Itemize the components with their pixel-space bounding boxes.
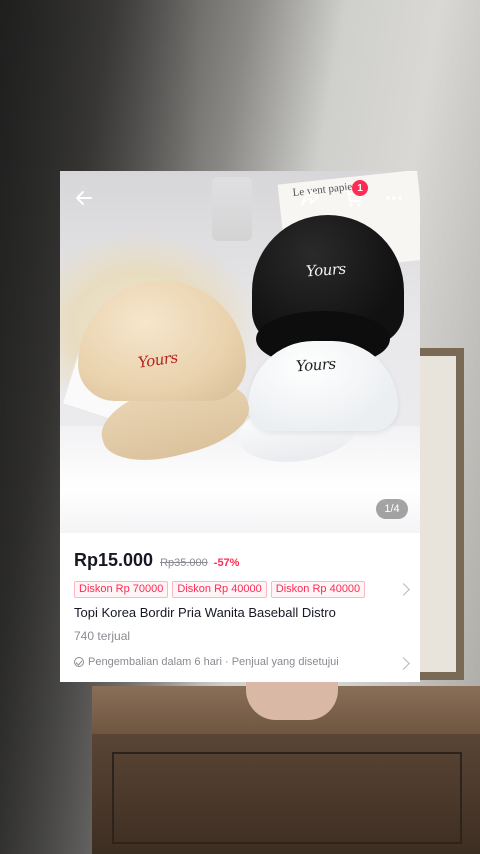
cart-count-badge: 1: [352, 180, 368, 196]
share-icon: [301, 190, 319, 206]
sold-count: 740 terjual: [74, 629, 131, 643]
price-row: Rp15.000 Rp35.000 -57%: [74, 550, 239, 571]
original-price: Rp35.000: [160, 557, 208, 569]
product-card[interactable]: Le vent papier Yours Yours Yours 1 1/4 R…: [60, 171, 420, 682]
discount-percent: -57%: [213, 557, 240, 569]
background-drawer: [112, 752, 462, 844]
voucher-tag[interactable]: Diskon Rp 40000: [270, 581, 366, 598]
check-circle-icon: [74, 657, 84, 667]
current-price: Rp15.000: [74, 550, 154, 570]
white-cap-embroidery: Yours: [295, 354, 337, 376]
voucher-tag[interactable]: Diskon Rp 40000: [172, 581, 267, 598]
more-button[interactable]: [380, 184, 408, 212]
image-page-indicator: 1/4: [376, 499, 408, 519]
voucher-list[interactable]: Diskon Rp 70000 Diskon Rp 40000 Diskon R…: [74, 581, 366, 598]
chevron-right-icon[interactable]: [397, 657, 410, 670]
share-button[interactable]: [296, 184, 324, 212]
back-arrow-icon: [76, 191, 92, 205]
chevron-right-icon[interactable]: [397, 583, 410, 596]
more-icon: [386, 196, 402, 200]
product-image[interactable]: Le vent papier Yours Yours Yours 1 1/4: [60, 171, 420, 533]
return-policy-text: Pengembalian dalam 6 hari · Penjual yang…: [88, 656, 339, 668]
voucher-tag[interactable]: Diskon Rp 70000: [74, 581, 169, 598]
return-policy-row[interactable]: Pengembalian dalam 6 hari · Penjual yang…: [74, 656, 339, 668]
black-cap-embroidery: Yours: [305, 259, 347, 281]
back-button[interactable]: [70, 184, 98, 212]
product-title[interactable]: Topi Korea Bordir Pria Wanita Baseball D…: [74, 605, 336, 620]
